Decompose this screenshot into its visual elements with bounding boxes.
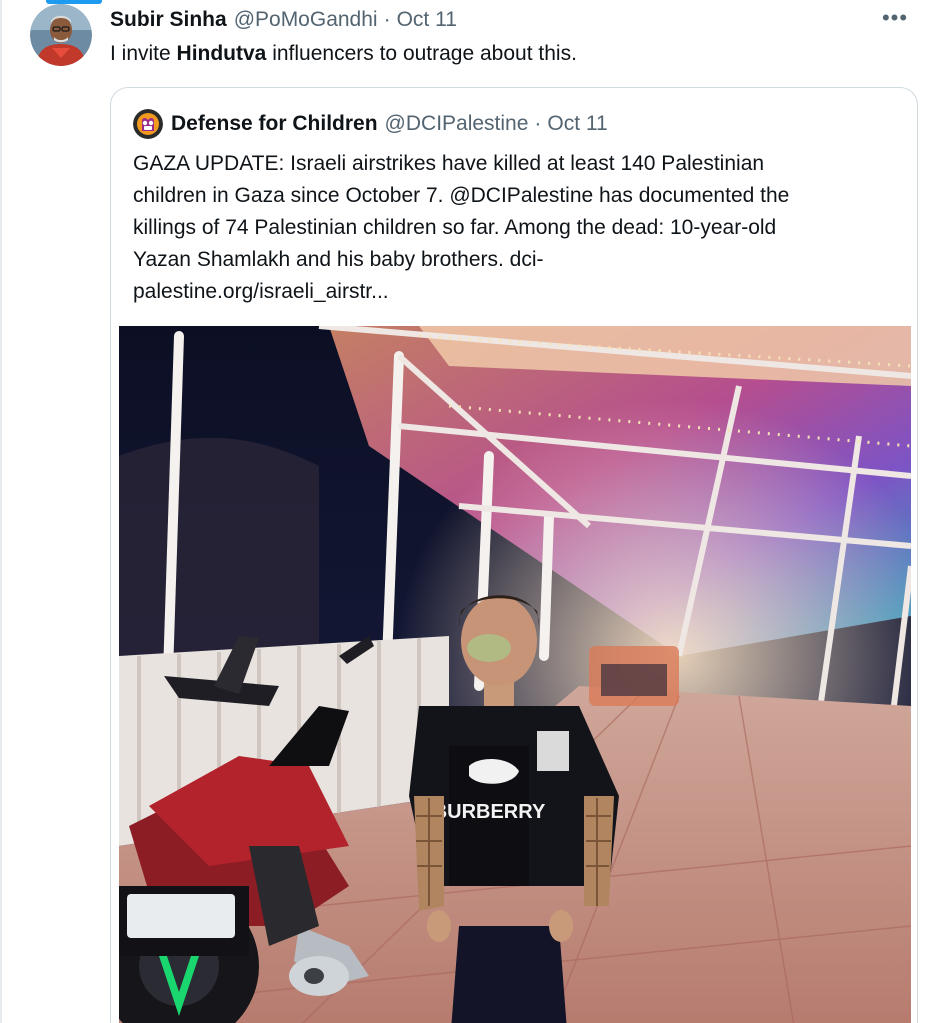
tweet-timestamp[interactable]: Oct 11 — [397, 8, 457, 32]
separator-dot: · — [383, 8, 391, 31]
quoted-text-line: killings of 74 Palestinian children so f… — [133, 216, 777, 239]
tweet-header: Subir Sinha @PoMoGandhi · Oct 11 ••• — [110, 5, 911, 34]
quoted-text-line: children in Gaza since October 7. @DCIPa… — [133, 184, 790, 207]
avatar-image — [30, 4, 92, 66]
shirt-lettering: BURBERRY — [433, 801, 546, 823]
tweet-text-bold: Hindutva — [176, 42, 267, 65]
quoted-separator-dot: · — [534, 112, 542, 135]
more-options-icon[interactable]: ••• — [879, 2, 911, 34]
quoted-timestamp[interactable]: Oct 11 — [547, 112, 607, 136]
dci-logo-avatar[interactable] — [133, 109, 163, 139]
quoted-text-line: Yazan Shamlakh and his baby brothers. dc… — [133, 248, 544, 271]
quoted-text-line: GAZA UPDATE: Israeli airstrikes have kil… — [133, 152, 765, 175]
quoted-author-handle[interactable]: @DCIPalestine — [385, 112, 529, 136]
photo-boy-with-motorcycle: BURBERRY — [119, 326, 911, 1023]
tweet-text-end: influencers to outrage about this. — [266, 42, 577, 65]
quoted-text-link[interactable]: palestine.org/israeli_airstr... — [133, 276, 903, 308]
quoted-tweet-photo[interactable]: BURBERRY — [119, 326, 911, 1023]
tweet-text-start: I invite — [110, 42, 177, 65]
author-name[interactable]: Subir Sinha — [110, 8, 227, 32]
quoted-tweet[interactable]: Defense for Children @DCIPalestine · Oct… — [110, 87, 918, 1023]
quoted-tweet-header: Defense for Children @DCIPalestine · Oct… — [133, 108, 608, 140]
dci-logo-icon — [133, 109, 163, 139]
tweet-text: I invite Hindutva influencers to outrage… — [110, 40, 577, 68]
active-tab-indicator — [46, 0, 102, 4]
avatar[interactable] — [30, 4, 92, 66]
quoted-tweet-text: GAZA UPDATE: Israeli airstrikes have kil… — [133, 148, 903, 308]
author-handle[interactable]: @PoMoGandhi — [234, 8, 378, 32]
tweet[interactable]: Subir Sinha @PoMoGandhi · Oct 11 ••• I i… — [2, 0, 931, 1023]
quoted-author-name[interactable]: Defense for Children — [171, 112, 378, 136]
page: Subir Sinha @PoMoGandhi · Oct 11 ••• I i… — [0, 0, 931, 1023]
